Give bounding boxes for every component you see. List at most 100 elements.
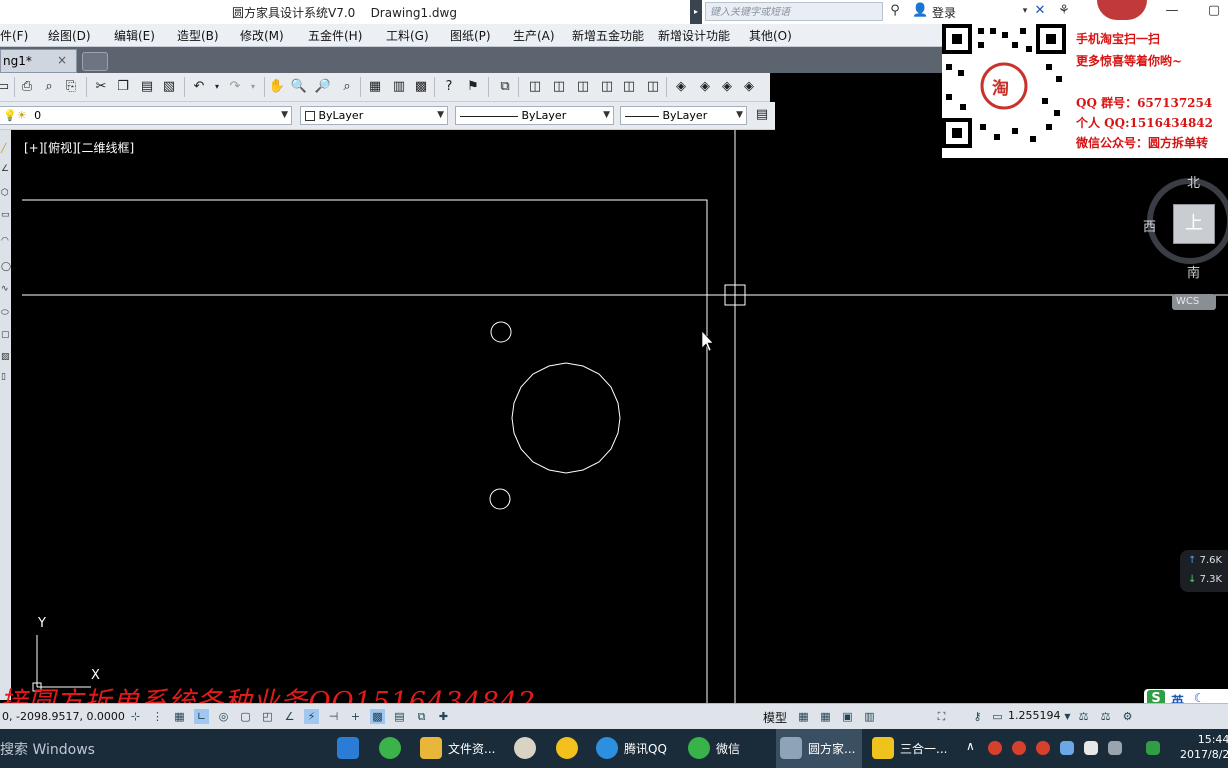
chevron-down-icon[interactable]: ▼ bbox=[1060, 709, 1075, 724]
view-bottom-icon[interactable]: ◫ bbox=[550, 78, 568, 96]
grid-icon[interactable]: ▦ bbox=[172, 709, 187, 724]
large-hole[interactable] bbox=[511, 362, 621, 474]
annotation-scale-icon[interactable]: ⚷ bbox=[970, 709, 985, 724]
menu-draw[interactable]: 绘图(D) bbox=[48, 27, 91, 44]
view-cube[interactable]: 上 北 南 西 bbox=[1143, 170, 1228, 281]
minimize-icon[interactable]: — bbox=[1164, 3, 1180, 19]
view-top-icon[interactable]: ◫ bbox=[526, 78, 544, 96]
infer-constraints-icon[interactable]: ⊹ bbox=[128, 709, 143, 724]
workspace-icon[interactable]: ⚙ bbox=[1120, 709, 1135, 724]
print-icon[interactable]: ⎙ bbox=[18, 78, 36, 96]
ducs-icon[interactable]: ⚡ bbox=[304, 709, 319, 724]
menu-model[interactable]: 造型(B) bbox=[177, 27, 219, 44]
quick-view-drawings-icon[interactable]: ▥ bbox=[862, 709, 877, 724]
polygon-tool-icon[interactable]: ⬡ bbox=[1, 186, 10, 200]
region-tool-icon[interactable]: ▯ bbox=[1, 370, 10, 384]
layer-dropdown[interactable]: 💡☀ 0 ▼ bbox=[0, 106, 292, 125]
selection-cycling-icon[interactable]: ⧉ bbox=[414, 709, 429, 724]
line-tool-icon[interactable]: ╱ bbox=[1, 142, 10, 156]
annotation-monitor-icon[interactable]: ✚ bbox=[436, 709, 451, 724]
match-properties-icon[interactable]: ▧ bbox=[160, 78, 178, 96]
taskbar-app-paint[interactable] bbox=[510, 729, 542, 768]
view-manager-icon[interactable]: ⧉ bbox=[496, 78, 514, 96]
help-icon[interactable]: ? bbox=[440, 78, 458, 96]
new-tab-button[interactable] bbox=[82, 52, 108, 71]
lineweight-toggle-icon[interactable]: + bbox=[348, 709, 363, 724]
tool-palettes-icon[interactable]: ▩ bbox=[412, 78, 430, 96]
design-center-icon[interactable]: ▥ bbox=[390, 78, 408, 96]
viewport-controls[interactable]: [+][俯视][二维线框] bbox=[24, 139, 134, 156]
paste-icon[interactable]: ▤ bbox=[138, 78, 156, 96]
menu-modify[interactable]: 修改(M) bbox=[240, 27, 284, 44]
scale-value[interactable]: 1.255194 bbox=[1008, 709, 1061, 722]
tray-app-icon[interactable] bbox=[1012, 741, 1026, 755]
layer-icon[interactable]: ⚑ bbox=[464, 78, 482, 96]
iso-se-icon[interactable]: ◈ bbox=[696, 78, 714, 96]
user-icon[interactable]: 👤 bbox=[912, 3, 928, 19]
zoom-realtime-icon[interactable]: 🔍 bbox=[290, 78, 308, 96]
model-space-button[interactable]: 模型 bbox=[763, 709, 787, 726]
taskbar-app-sanheyi[interactable]: 三合一... bbox=[868, 729, 954, 768]
object-snap-icon[interactable]: ▢ bbox=[238, 709, 253, 724]
view-front-icon[interactable]: ◫ bbox=[620, 78, 638, 96]
drawing-canvas[interactable]: Y X bbox=[11, 130, 1228, 703]
tray-network-icon[interactable] bbox=[1060, 741, 1074, 755]
polyline-tool-icon[interactable]: ∠ bbox=[1, 162, 10, 176]
close-icon[interactable]: × bbox=[57, 53, 67, 67]
zoom-previous-icon[interactable]: ⌕ bbox=[338, 78, 356, 96]
small-hole-top[interactable] bbox=[490, 321, 512, 343]
maximize-viewport-icon[interactable]: ⛶ bbox=[934, 709, 949, 724]
dyn-icon[interactable]: ⊣ bbox=[326, 709, 341, 724]
layout2-icon[interactable]: ▦ bbox=[818, 709, 833, 724]
lineweight-dropdown[interactable]: ByLayer ▼ bbox=[620, 106, 747, 125]
annotation-visibility-icon[interactable]: ⚖ bbox=[1076, 709, 1091, 724]
cut-icon[interactable]: ✂ bbox=[92, 78, 110, 96]
wcs-menu[interactable]: WCS bbox=[1172, 294, 1216, 310]
pan-icon[interactable]: ✋ bbox=[268, 78, 286, 96]
chevron-down-icon[interactable]: ▾ bbox=[1017, 3, 1033, 19]
menu-drawings[interactable]: 图纸(P) bbox=[450, 27, 491, 44]
print-preview-icon[interactable]: ⌕ bbox=[40, 78, 58, 96]
color-dropdown[interactable]: ByLayer ▼ bbox=[300, 106, 448, 125]
3d-osnap-icon[interactable]: ◰ bbox=[260, 709, 275, 724]
tray-pen-icon[interactable] bbox=[1108, 741, 1122, 755]
copy-icon[interactable]: ❐ bbox=[114, 78, 132, 96]
block-tool-icon[interactable]: ▢ bbox=[1, 328, 10, 342]
compass-west[interactable]: 西 bbox=[1143, 216, 1156, 235]
menu-materials[interactable]: 工料(G) bbox=[386, 27, 429, 44]
compass-south[interactable]: 南 bbox=[1187, 262, 1200, 281]
iso-sw-icon[interactable]: ◈ bbox=[672, 78, 690, 96]
menu-new-design[interactable]: 新增设计功能 bbox=[658, 27, 730, 44]
tray-app-icon[interactable] bbox=[1036, 741, 1050, 755]
share-icon[interactable]: ⚘ bbox=[1056, 3, 1072, 19]
help-search-input[interactable]: 键入关键字或短语 bbox=[705, 2, 883, 21]
zoom-window-icon[interactable]: 🔎 bbox=[314, 78, 332, 96]
menu-new-hardware[interactable]: 新增五金功能 bbox=[572, 27, 644, 44]
taskbar-app-explorer[interactable]: 文件资... bbox=[416, 729, 500, 768]
menu-other[interactable]: 其他(O) bbox=[749, 27, 792, 44]
iso-nw-icon[interactable]: ◈ bbox=[740, 78, 758, 96]
polar-icon[interactable]: ◎ bbox=[216, 709, 231, 724]
menu-edit[interactable]: 编辑(E) bbox=[114, 27, 155, 44]
arc-tool-icon[interactable]: ◠ bbox=[1, 234, 10, 248]
task-view-button[interactable] bbox=[334, 729, 362, 768]
menu-production[interactable]: 生产(A) bbox=[513, 27, 555, 44]
windows-search-input[interactable]: 搜索 Windows bbox=[0, 739, 95, 759]
menu-hardware[interactable]: 五金件(H) bbox=[308, 27, 362, 44]
otrack-icon[interactable]: ∠ bbox=[282, 709, 297, 724]
exchange-icon[interactable]: ✕ bbox=[1032, 3, 1048, 19]
view-back-icon[interactable]: ◫ bbox=[644, 78, 662, 96]
linetype-dropdown[interactable]: ByLayer ▼ bbox=[455, 106, 614, 125]
redo-icon[interactable]: ↷ bbox=[226, 78, 244, 96]
cube-face-top[interactable]: 上 bbox=[1173, 204, 1215, 244]
transparency-icon[interactable]: ▩ bbox=[370, 709, 385, 724]
spline-tool-icon[interactable]: ∿ bbox=[1, 282, 10, 296]
hatch-tool-icon[interactable]: ▨ bbox=[1, 350, 10, 364]
compass-north[interactable]: 北 bbox=[1187, 172, 1200, 191]
tray-expand-icon[interactable]: ∧ bbox=[966, 739, 975, 753]
binoculars-icon[interactable]: ⚲ bbox=[887, 3, 903, 19]
menu-file[interactable]: 件(F) bbox=[0, 27, 28, 44]
view-right-icon[interactable]: ◫ bbox=[598, 78, 616, 96]
tab-drawing1[interactable]: ng1* × bbox=[0, 49, 77, 73]
view-left-icon[interactable]: ◫ bbox=[574, 78, 592, 96]
